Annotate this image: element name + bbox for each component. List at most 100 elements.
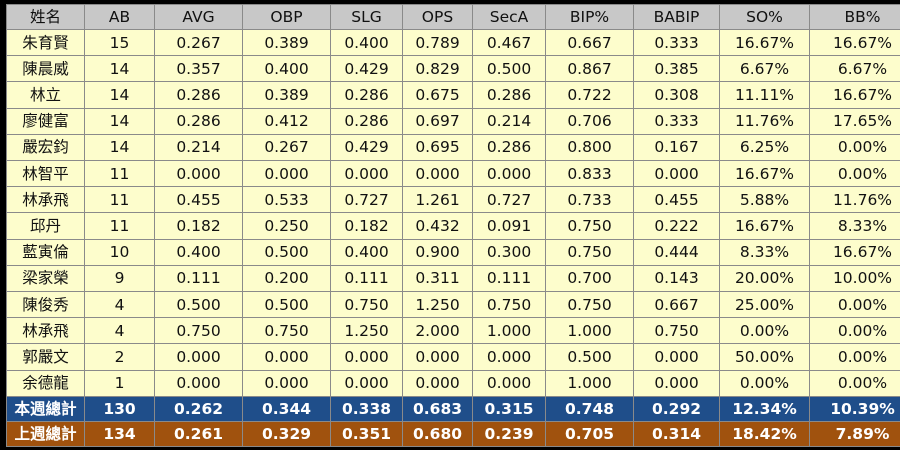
avg-cell: 0.750 (154, 317, 243, 345)
ops-cell: 1.250 (402, 291, 473, 319)
seca-cell: 0.500 (472, 55, 546, 83)
babip-cell: 0.667 (633, 291, 720, 319)
column-header-seca: SecA (472, 4, 546, 30)
ab-cell: 14 (84, 133, 155, 162)
avg-cell: 0.182 (154, 212, 243, 240)
babip-cell: 0.308 (633, 81, 720, 109)
batting-stats-table: 姓名 AB AVG OBP SLG OPS SecA BIP% BABIP SO% BB% 朱育賢 1… (6, 4, 900, 447)
obp-cell: 0.200 (242, 264, 331, 293)
babip-cell: 0.444 (633, 238, 720, 266)
ops-cell: 0.789 (402, 28, 473, 57)
obp-cell: 0.412 (242, 107, 331, 135)
bb-pct-cell: 0.00% (809, 343, 900, 371)
player-name-cell: 梁家榮 (6, 264, 85, 293)
bb-pct-cell: 16.67% (809, 81, 900, 109)
slg-cell: 0.727 (330, 186, 403, 214)
so-pct-cell: 20.00% (719, 264, 810, 293)
slg-total-cell: 0.351 (330, 421, 403, 447)
avg-cell: 0.000 (154, 160, 243, 188)
slg-cell: 0.429 (330, 133, 403, 162)
ops-cell: 0.432 (402, 212, 473, 240)
avg-cell: 0.111 (154, 264, 243, 293)
bip-pct-cell: 0.733 (545, 186, 634, 214)
babip-cell: 0.000 (633, 343, 720, 371)
column-header-ab: AB (84, 4, 155, 30)
table-row: 邱丹 11 0.182 0.250 0.182 0.432 0.091 0.750 0.222 1… (6, 212, 900, 240)
header-row: 姓名 AB AVG OBP SLG OPS SecA BIP% BABIP SO% BB% (6, 4, 900, 30)
table-row: 陳俊秀 4 0.500 0.500 0.750 1.250 0.750 0.750 0.667 2… (6, 291, 900, 319)
bip-pct-cell: 1.000 (545, 369, 634, 398)
ops-cell: 1.261 (402, 186, 473, 214)
player-rows: 朱育賢 15 0.267 0.389 0.400 0.789 0.467 0.667 0.333… (6, 28, 900, 398)
babip-total-cell: 0.292 (633, 396, 720, 422)
ops-cell: 0.000 (402, 369, 473, 398)
ops-cell: 0.695 (402, 133, 473, 162)
slg-cell: 0.111 (330, 264, 403, 293)
slg-cell: 0.286 (330, 107, 403, 135)
babip-cell: 0.000 (633, 369, 720, 398)
slg-cell: 0.750 (330, 291, 403, 319)
column-header-name: 姓名 (6, 4, 85, 30)
ops-cell: 0.697 (402, 107, 473, 135)
babip-cell: 0.385 (633, 55, 720, 83)
bip-pct-cell: 0.750 (545, 291, 634, 319)
ab-total-cell: 134 (84, 421, 155, 447)
slg-cell: 0.000 (330, 369, 403, 398)
table-row: 嚴宏鈞 14 0.214 0.267 0.429 0.695 0.286 0.800 0.167… (6, 133, 900, 162)
avg-cell: 0.286 (154, 81, 243, 109)
babip-cell: 0.000 (633, 160, 720, 188)
player-name-cell: 朱育賢 (6, 28, 85, 57)
seca-cell: 0.000 (472, 160, 546, 188)
player-name-cell: 郭嚴文 (6, 343, 85, 371)
ab-cell: 4 (84, 317, 155, 345)
seca-total-cell: 0.315 (472, 396, 546, 422)
ab-cell: 4 (84, 291, 155, 319)
bip-pct-cell: 0.750 (545, 212, 634, 240)
bip-pct-cell: 0.706 (545, 107, 634, 135)
slg-cell: 0.400 (330, 238, 403, 266)
obp-cell: 0.389 (242, 81, 331, 109)
ops-cell: 0.000 (402, 160, 473, 188)
bip-pct-cell: 0.667 (545, 28, 634, 57)
obp-cell: 0.250 (242, 212, 331, 240)
obp-cell: 0.500 (242, 291, 331, 319)
ab-cell: 1 (84, 369, 155, 398)
bip-pct-total-cell: 0.748 (545, 396, 634, 422)
avg-cell: 0.214 (154, 133, 243, 162)
seca-cell: 0.300 (472, 238, 546, 266)
seca-cell: 1.000 (472, 317, 546, 345)
player-name-cell: 林智平 (6, 160, 85, 188)
table-row: 藍寅倫 10 0.400 0.500 0.400 0.900 0.300 0.750 0.444… (6, 238, 900, 266)
player-name-cell: 林立 (6, 81, 85, 109)
obp-total-cell: 0.344 (242, 396, 331, 422)
column-header-babip: BABIP (633, 4, 720, 30)
obp-cell: 0.500 (242, 238, 331, 266)
seca-cell: 0.750 (472, 291, 546, 319)
bip-pct-cell: 0.750 (545, 238, 634, 266)
ab-total-cell: 130 (84, 396, 155, 422)
avg-total-cell: 0.261 (154, 421, 243, 447)
ab-cell: 11 (84, 186, 155, 214)
bip-pct-cell: 0.833 (545, 160, 634, 188)
seca-cell: 0.286 (472, 81, 546, 109)
so-pct-cell: 11.11% (719, 81, 810, 109)
ops-cell: 0.675 (402, 81, 473, 109)
babip-cell: 0.143 (633, 264, 720, 293)
avg-cell: 0.000 (154, 369, 243, 398)
slg-cell: 0.182 (330, 212, 403, 240)
ab-cell: 14 (84, 107, 155, 135)
so-pct-cell: 16.67% (719, 160, 810, 188)
seca-cell: 0.467 (472, 28, 546, 57)
bb-pct-cell: 16.67% (809, 238, 900, 266)
ops-cell: 0.311 (402, 264, 473, 293)
bb-pct-cell: 10.00% (809, 264, 900, 293)
avg-cell: 0.286 (154, 107, 243, 135)
last-week-total-row: 上週總計 134 0.261 0.329 0.351 0.680 0.239 0.705 0.3… (6, 421, 900, 447)
so-pct-total-cell: 12.34% (719, 396, 810, 422)
seca-cell: 0.000 (472, 369, 546, 398)
table-row: 郭嚴文 2 0.000 0.000 0.000 0.000 0.000 0.500 0.000 5… (6, 343, 900, 371)
seca-cell: 0.727 (472, 186, 546, 214)
bb-pct-cell: 16.67% (809, 28, 900, 57)
column-header-bip-pct: BIP% (545, 4, 634, 30)
table-row: 梁家榮 9 0.111 0.200 0.111 0.311 0.111 0.700 0.143 2… (6, 264, 900, 293)
